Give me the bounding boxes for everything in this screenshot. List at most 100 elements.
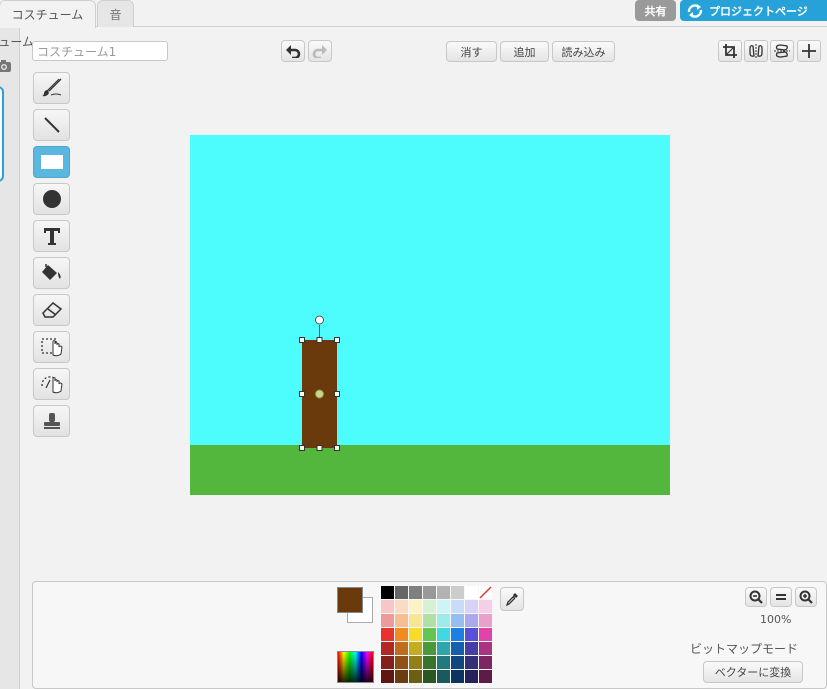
brush-tool[interactable] [33, 72, 70, 104]
palette-swatch[interactable] [465, 670, 478, 683]
palette-swatch[interactable] [395, 600, 408, 613]
share-button[interactable]: 共有 [635, 0, 676, 21]
redo-button[interactable] [308, 40, 332, 62]
palette-swatch[interactable] [479, 600, 492, 613]
palette-swatch[interactable] [381, 642, 394, 655]
palette-swatch[interactable] [479, 642, 492, 655]
transparent-swatch[interactable] [479, 586, 492, 599]
palette-swatch[interactable] [381, 628, 394, 641]
palette-swatch[interactable] [451, 600, 464, 613]
tab-costumes-label: コスチューム [11, 8, 84, 22]
palette-swatch[interactable] [395, 614, 408, 627]
palette-swatch[interactable] [409, 586, 422, 599]
paint-canvas[interactable] [190, 135, 670, 495]
clear-button[interactable]: 消す [446, 41, 497, 62]
palette-swatch[interactable] [479, 614, 492, 627]
brush-icon [41, 78, 61, 97]
palette-swatch[interactable] [381, 656, 394, 669]
select-icon [40, 338, 63, 357]
text-icon [43, 228, 60, 245]
palette-swatch[interactable] [479, 670, 492, 683]
ellipse-tool[interactable] [33, 183, 70, 215]
camera-icon[interactable] [0, 58, 12, 74]
tab-sounds[interactable]: 音 [97, 0, 134, 27]
palette-swatch[interactable] [423, 586, 436, 599]
palette-swatch[interactable] [437, 670, 450, 683]
palette-swatch[interactable] [437, 656, 450, 669]
palette-swatch[interactable] [395, 586, 408, 599]
flip-vertical-button[interactable] [770, 40, 794, 62]
palette-swatch[interactable] [409, 600, 422, 613]
tab-costumes[interactable]: コスチューム [0, 0, 96, 28]
stamp-tool[interactable] [33, 405, 70, 437]
palette-swatch[interactable] [437, 628, 450, 641]
palette-swatch[interactable] [451, 642, 464, 655]
magic-select-tool[interactable] [33, 368, 70, 400]
undo-button[interactable] [281, 40, 305, 62]
palette-swatch[interactable] [465, 600, 478, 613]
eyedropper-button[interactable] [500, 587, 524, 611]
palette-swatch[interactable] [381, 614, 394, 627]
share-label: 共有 [644, 4, 667, 18]
primary-color-swatch[interactable] [337, 587, 363, 613]
color-palette [381, 586, 492, 683]
palette-swatch[interactable] [451, 656, 464, 669]
palette-swatch[interactable] [423, 600, 436, 613]
palette-swatch[interactable] [423, 670, 436, 683]
add-button[interactable]: 追加 [500, 41, 549, 62]
costume-name-input[interactable] [32, 41, 168, 61]
rectangle-tool[interactable] [33, 146, 70, 178]
project-page-button[interactable]: プロジェクトページ [680, 0, 827, 21]
palette-swatch[interactable] [423, 628, 436, 641]
palette-swatch[interactable] [465, 586, 478, 599]
select-tool[interactable] [33, 331, 70, 363]
costume-thumbnail-selected[interactable] [0, 86, 4, 182]
fill-bucket-tool[interactable] [33, 257, 70, 289]
palette-swatch[interactable] [465, 656, 478, 669]
palette-swatch[interactable] [437, 642, 450, 655]
line-tool[interactable] [33, 109, 70, 141]
palette-swatch[interactable] [451, 586, 464, 599]
palette-swatch[interactable] [381, 600, 394, 613]
palette-swatch[interactable] [395, 642, 408, 655]
palette-swatch[interactable] [451, 614, 464, 627]
palette-swatch[interactable] [423, 656, 436, 669]
palette-swatch[interactable] [409, 656, 422, 669]
zoom-out-icon [749, 590, 763, 604]
color-picker-gradient[interactable] [337, 651, 374, 683]
zoom-in-icon [799, 590, 813, 604]
crop-button[interactable] [718, 40, 742, 62]
palette-swatch[interactable] [423, 614, 436, 627]
set-center-button[interactable] [797, 40, 821, 62]
palette-swatch[interactable] [409, 670, 422, 683]
text-tool[interactable] [33, 220, 70, 252]
palette-swatch[interactable] [437, 586, 450, 599]
zoom-out-button[interactable] [745, 587, 767, 607]
palette-swatch[interactable] [479, 628, 492, 641]
palette-swatch[interactable] [451, 628, 464, 641]
costume-list-label: コスチューム: [0, 35, 34, 49]
palette-swatch[interactable] [395, 656, 408, 669]
convert-to-vector-button[interactable]: ベクターに変換 [703, 661, 803, 683]
palette-swatch[interactable] [381, 670, 394, 683]
import-button[interactable]: 読み込み [552, 41, 615, 62]
flip-horizontal-button[interactable] [744, 40, 768, 62]
palette-swatch[interactable] [395, 628, 408, 641]
palette-swatch[interactable] [465, 628, 478, 641]
palette-swatch[interactable] [437, 614, 450, 627]
palette-swatch[interactable] [381, 586, 394, 599]
palette-swatch[interactable] [395, 670, 408, 683]
palette-swatch[interactable] [451, 670, 464, 683]
palette-swatch[interactable] [479, 656, 492, 669]
palette-swatch[interactable] [465, 614, 478, 627]
palette-swatch[interactable] [409, 642, 422, 655]
palette-swatch[interactable] [465, 642, 478, 655]
zoom-in-button[interactable] [795, 587, 817, 607]
palette-swatch[interactable] [409, 628, 422, 641]
palette-swatch[interactable] [437, 600, 450, 613]
eraser-tool[interactable] [33, 294, 70, 326]
zoom-reset-button[interactable] [770, 587, 792, 607]
palette-swatch[interactable] [409, 614, 422, 627]
stamp-icon [43, 413, 60, 429]
palette-swatch[interactable] [423, 642, 436, 655]
